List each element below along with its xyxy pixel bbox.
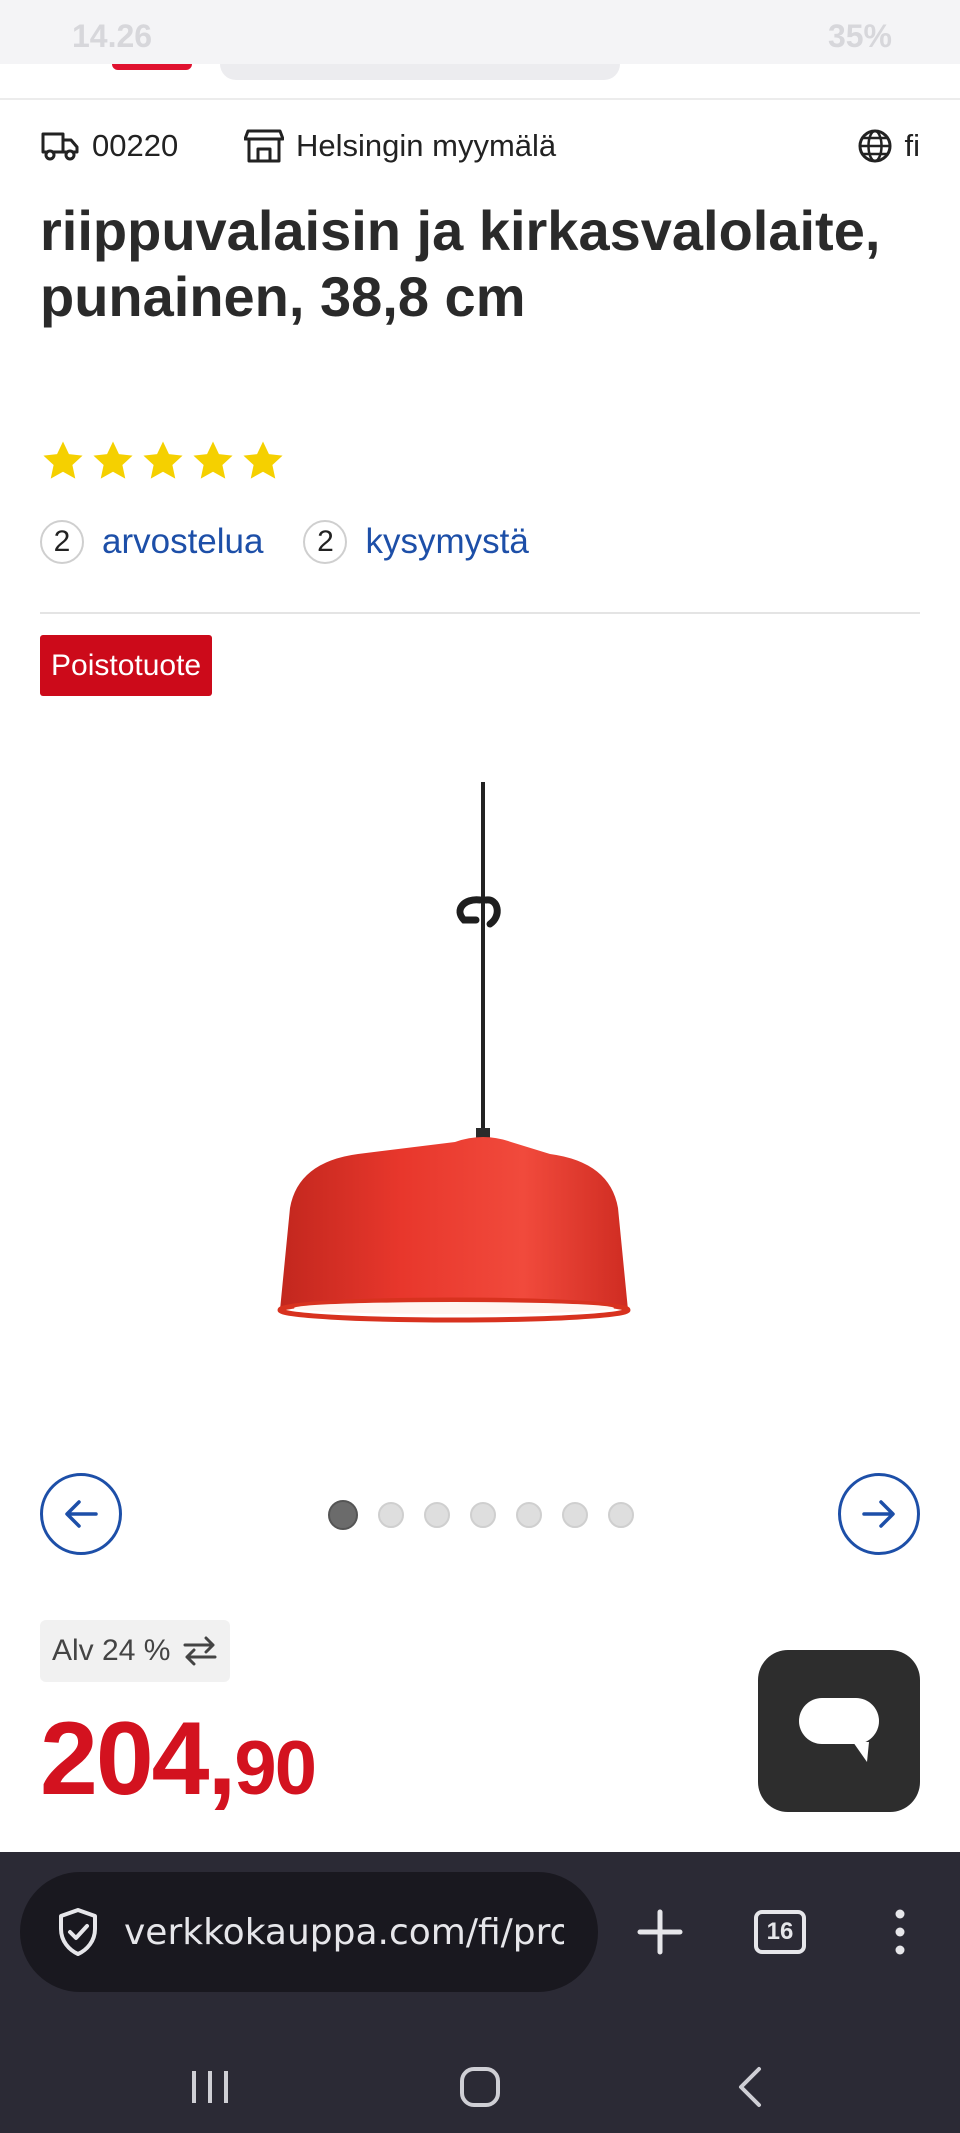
- store-selector[interactable]: Helsingin myymälä: [244, 128, 556, 164]
- site-logo-edge: [112, 64, 192, 70]
- product-title: riippuvalaisin ja kirkasvalolaite, punai…: [40, 199, 881, 328]
- vat-label: Alv 24 %: [52, 1634, 171, 1667]
- clearance-badge: Poistotuote: [40, 635, 213, 696]
- chat-button[interactable]: [758, 1650, 920, 1812]
- postal-code: 00220: [92, 128, 179, 163]
- search-bar-edge[interactable]: [220, 64, 620, 80]
- questions-count-badge: 2: [303, 520, 348, 564]
- tabs-button[interactable]: 16: [750, 1882, 810, 1982]
- carousel-dot[interactable]: [608, 1502, 634, 1528]
- reviews-link[interactable]: arvostelua: [102, 522, 263, 562]
- reviews-count-badge: 2: [40, 520, 84, 564]
- star-icon: [243, 441, 283, 479]
- carousel-dot[interactable]: [378, 1502, 404, 1528]
- home-icon: [460, 2067, 500, 2107]
- carousel-dots: [328, 1500, 634, 1530]
- price-integer: 204,: [40, 1701, 236, 1817]
- carousel-dot[interactable]: [328, 1500, 358, 1530]
- status-bar: 14.26 35%: [0, 0, 960, 64]
- arrow-left-icon: [65, 1500, 98, 1528]
- postal-code-selector[interactable]: 00220: [40, 128, 178, 164]
- more-vertical-icon: [895, 1909, 905, 1955]
- tabs-count: 16: [754, 1910, 806, 1954]
- truck-icon: [40, 129, 80, 163]
- browser-toolbar: verkkokauppa.com/fi/product 16: [0, 1852, 960, 2133]
- globe-icon: [857, 128, 893, 164]
- new-tab-button[interactable]: [630, 1882, 690, 1982]
- back-icon: [739, 2067, 761, 2107]
- arrow-right-icon: [862, 1500, 895, 1528]
- carousel-prev-button[interactable]: [40, 1473, 122, 1555]
- divider: [40, 612, 920, 614]
- language-selector[interactable]: fi: [857, 128, 921, 164]
- site-header-remnant: [0, 64, 960, 100]
- carousel-dot[interactable]: [470, 1502, 496, 1528]
- url-text: verkkokauppa.com/fi/product: [124, 1911, 564, 1953]
- home-button[interactable]: [440, 2052, 520, 2122]
- plus-icon: [637, 1909, 683, 1955]
- system-nav-bar: [0, 2042, 960, 2132]
- product-price: 204,90: [40, 1700, 317, 1819]
- carousel-dot[interactable]: [562, 1502, 588, 1528]
- recent-apps-button[interactable]: [170, 2052, 250, 2122]
- product-image[interactable]: [250, 770, 700, 1350]
- vat-toggle[interactable]: Alv 24 %: [40, 1620, 231, 1682]
- star-icon: [93, 441, 133, 479]
- shield-check-icon: [59, 1908, 97, 1956]
- carousel-dot[interactable]: [424, 1502, 450, 1528]
- store-icon: [244, 128, 284, 164]
- url-bar[interactable]: verkkokauppa.com/fi/product: [20, 1872, 598, 1992]
- browser-menu-button[interactable]: [880, 1882, 920, 1982]
- status-time: 14.26: [72, 18, 153, 54]
- language-code: fi: [904, 128, 921, 163]
- star-icon: [43, 441, 83, 479]
- carousel-dot[interactable]: [516, 1502, 542, 1528]
- back-button[interactable]: [710, 2052, 790, 2122]
- swap-icon: [183, 1636, 217, 1666]
- rating-stars[interactable]: [40, 438, 286, 484]
- review-question-links: 2 arvostelua 2 kysymystä: [40, 520, 529, 564]
- location-row: 00220 Helsingin myymälä fi: [40, 128, 920, 174]
- store-name: Helsingin myymälä: [296, 128, 557, 163]
- status-battery: 35%: [827, 18, 892, 54]
- recent-apps-icon: [192, 2071, 228, 2103]
- star-icon: [143, 441, 183, 479]
- carousel-next-button[interactable]: [838, 1473, 920, 1555]
- red-pendant-lamp-icon: [277, 782, 631, 1323]
- questions-link[interactable]: kysymystä: [365, 522, 528, 562]
- star-icon: [193, 441, 233, 479]
- chat-icon: [799, 1698, 879, 1762]
- price-decimal: 90: [234, 1726, 317, 1811]
